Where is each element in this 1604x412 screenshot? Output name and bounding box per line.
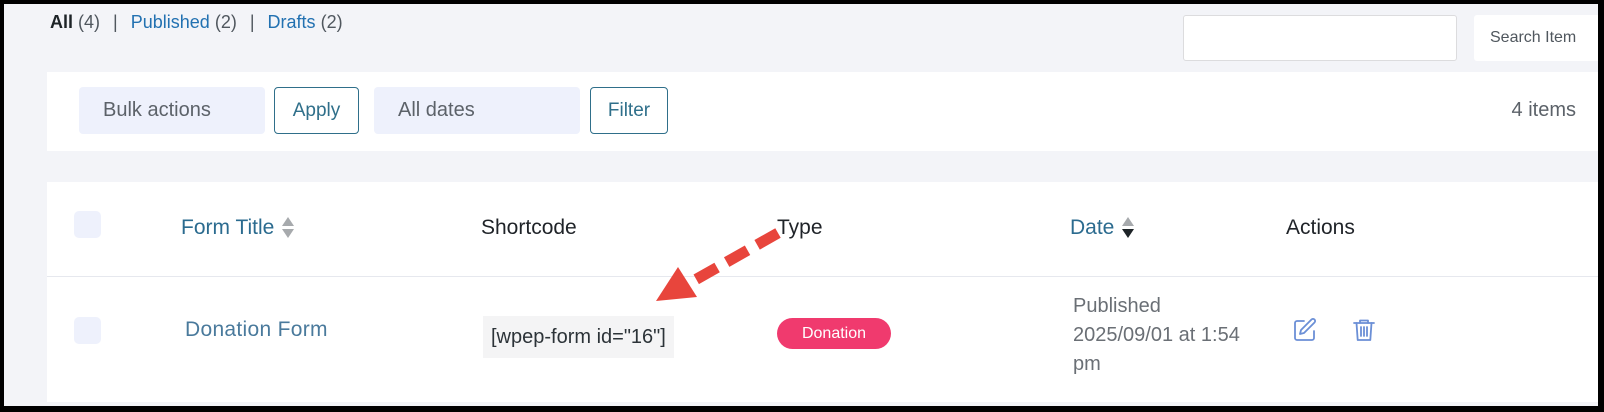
bulk-actions-select[interactable]: Bulk actions	[79, 87, 265, 134]
filter-separator: |	[249, 12, 255, 32]
date-time-suffix: pm	[1073, 353, 1101, 375]
table-row: Donation Form [wpep-form id="16"] Donati…	[47, 278, 1600, 402]
table-header: Form Title Shortcode Type Date Actions	[47, 182, 1600, 277]
shortcode-value[interactable]: [wpep-form id="16"]	[483, 316, 674, 358]
column-header-actions: Actions	[1286, 216, 1355, 239]
type-badge: Donation	[777, 318, 891, 349]
forms-table: Form Title Shortcode Type Date Actions D…	[47, 182, 1600, 402]
apply-button[interactable]: Apply	[274, 87, 359, 134]
form-title-link[interactable]: Donation Form	[185, 318, 328, 342]
edit-icon[interactable]	[1292, 317, 1318, 343]
filter-published-link[interactable]: Published	[131, 12, 210, 32]
select-all-checkbox[interactable]	[74, 211, 101, 238]
table-toolbar: Bulk actions Apply All dates Filter 4 it…	[47, 72, 1600, 151]
dates-filter-select[interactable]: All dates	[374, 87, 580, 134]
status-filter-links: All (4) | Published (2) | Drafts (2)	[50, 12, 343, 33]
search-items-button[interactable]: Search Item	[1474, 15, 1600, 61]
column-header-date[interactable]: Date	[1070, 216, 1135, 240]
filter-drafts-link[interactable]: Drafts	[268, 12, 316, 32]
filter-separator: |	[113, 12, 118, 32]
column-header-label: Date	[1070, 216, 1115, 239]
column-header-shortcode: Shortcode	[481, 216, 577, 239]
items-count: 4 items	[1511, 99, 1576, 121]
column-header-type: Type	[777, 216, 823, 239]
trash-icon[interactable]	[1351, 317, 1377, 343]
column-header-form-title[interactable]: Form Title	[181, 216, 295, 240]
filter-all-count: (4)	[78, 12, 101, 32]
column-header-label: Form Title	[181, 216, 275, 239]
date-cell: Published 2025/09/01 at 1:54 pm	[1073, 292, 1273, 379]
filter-drafts-count: (2)	[320, 12, 343, 32]
date-status: Published	[1073, 295, 1161, 317]
filter-all-link[interactable]: All	[50, 12, 73, 32]
filter-published-count: (2)	[214, 12, 237, 32]
search-input[interactable]	[1183, 15, 1457, 61]
sort-icon	[282, 216, 295, 240]
filter-button[interactable]: Filter	[590, 87, 668, 134]
row-checkbox[interactable]	[74, 317, 101, 344]
date-value: 2025/09/01 at 1:54	[1073, 324, 1240, 346]
sort-desc-icon	[1122, 216, 1135, 240]
